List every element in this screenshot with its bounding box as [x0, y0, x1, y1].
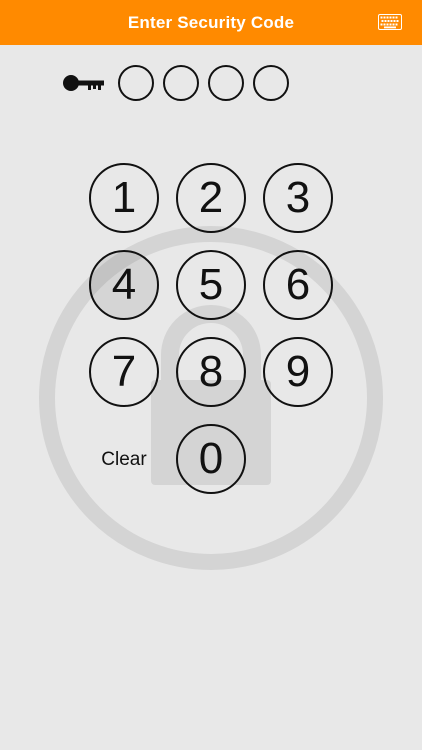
clear-button[interactable]: Clear — [89, 445, 159, 475]
keypad-key-4[interactable]: 4 — [89, 250, 159, 320]
keypad-key-6[interactable]: 6 — [263, 250, 333, 320]
keypad: 1 2 3 4 5 6 7 8 9 Clear 0 — [89, 163, 335, 497]
keypad-key-2[interactable]: 2 — [176, 163, 246, 233]
keypad-key-7[interactable]: 7 — [89, 337, 159, 407]
keypad-key-5[interactable]: 5 — [176, 250, 246, 320]
keypad-key-9[interactable]: 9 — [263, 337, 333, 407]
keyboard-icon[interactable] — [378, 14, 402, 30]
code-entry-row — [62, 63, 298, 103]
keypad-key-3[interactable]: 3 — [263, 163, 333, 233]
code-digit-slot-4 — [253, 65, 289, 101]
page-title: Enter Security Code — [127, 12, 295, 32]
keypad-key-8[interactable]: 8 — [176, 337, 246, 407]
code-digit-slot-1 — [118, 65, 154, 101]
key-icon — [63, 75, 104, 91]
keypad-key-1[interactable]: 1 — [89, 163, 159, 233]
keypad-key-0[interactable]: 0 — [176, 424, 246, 494]
code-digit-slot-3 — [208, 65, 244, 101]
code-digit-slot-2 — [163, 65, 199, 101]
header-bar: Enter Security Code — [0, 0, 422, 45]
